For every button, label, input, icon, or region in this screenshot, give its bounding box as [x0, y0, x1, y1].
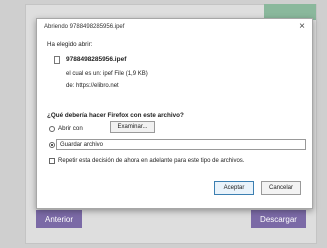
save-file-radio[interactable]: [49, 142, 55, 148]
browse-button[interactable]: Examinar...: [110, 121, 155, 133]
dialog-titlebar: Abriendo 9788498285956.ipef ×: [37, 19, 312, 36]
download-dialog: Abriendo 9788498285956.ipef × Ha elegido…: [36, 18, 313, 209]
close-icon[interactable]: ×: [299, 21, 305, 33]
dialog-title: Abriendo 9788498285956.ipef: [44, 24, 125, 30]
cancel-button[interactable]: Cancelar: [261, 181, 301, 195]
previous-button[interactable]: Anterior: [36, 210, 82, 228]
open-with-radio[interactable]: [49, 126, 55, 132]
file-name: 9788498285956.ipef: [66, 56, 127, 63]
repeat-decision-label[interactable]: Repetir esta decisión de ahora en adelan…: [58, 158, 244, 164]
file-type: el cual es un: ipef File (1,9 KB): [66, 71, 148, 77]
repeat-decision-checkbox[interactable]: [49, 158, 55, 164]
action-question: ¿Qué debería hacer Firefox con este arch…: [47, 112, 184, 119]
file-icon: [54, 56, 60, 64]
download-button[interactable]: Descargar: [251, 210, 306, 228]
intro-text: Ha elegido abrir:: [47, 41, 93, 48]
open-with-label[interactable]: Abrir con: [58, 125, 83, 132]
accept-button[interactable]: Aceptar: [214, 181, 254, 195]
save-file-option[interactable]: Guardar archivo: [56, 139, 306, 150]
file-source: de: https://elibro.net: [66, 83, 119, 89]
